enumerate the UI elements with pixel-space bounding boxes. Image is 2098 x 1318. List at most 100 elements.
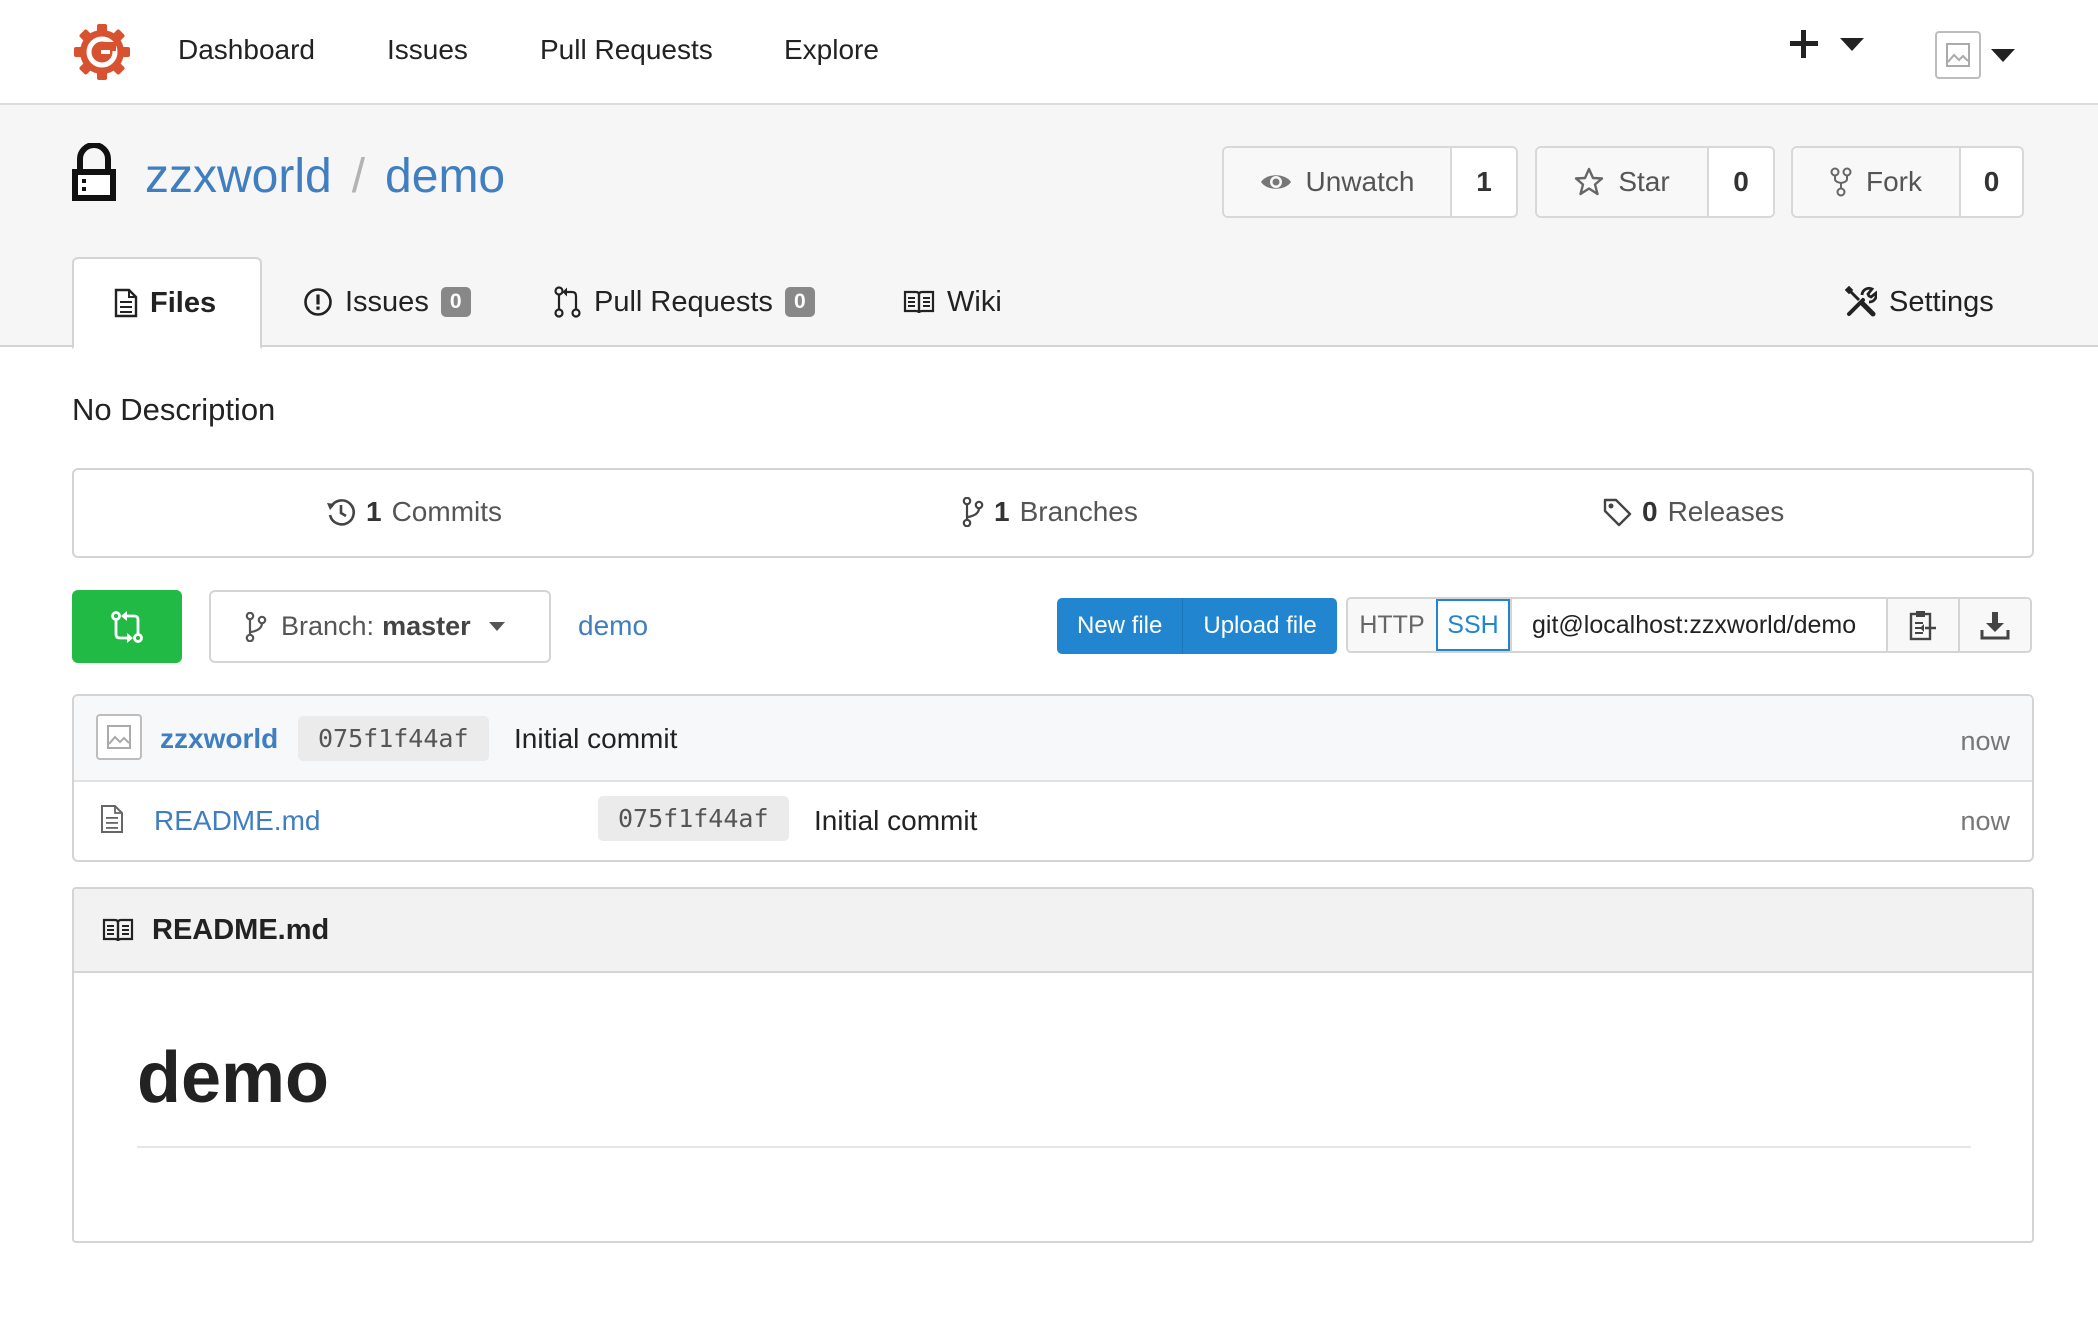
git-branch-icon — [962, 497, 984, 527]
tag-icon — [1603, 498, 1632, 527]
nav-dashboard-link[interactable]: Dashboard — [178, 34, 315, 66]
commits-label: Commits — [391, 496, 503, 527]
commits-stat-link[interactable]: 1 Commits — [326, 496, 502, 528]
readme-heading: demo — [137, 1038, 330, 1118]
download-icon — [1980, 612, 2010, 640]
tab-issues[interactable]: Issues 0 — [303, 257, 471, 347]
broken-image-icon — [107, 725, 131, 749]
stargazers-count-link[interactable]: 0 — [1709, 148, 1773, 216]
gitea-logo-icon[interactable] — [72, 22, 132, 82]
repo-title: zzxworld / demo — [145, 149, 505, 204]
file-text-icon — [101, 805, 123, 833]
releases-count: 0 — [1642, 496, 1658, 527]
tab-settings-label: Settings — [1889, 285, 1994, 318]
star-button-group: Star 0 — [1535, 146, 1775, 218]
releases-stat-link[interactable]: 0 Releases — [1602, 496, 1784, 528]
file-commit-message-link[interactable]: Initial commit — [814, 805, 977, 837]
tab-issues-label: Issues — [345, 285, 429, 318]
pull-requests-count-badge: 0 — [784, 287, 815, 317]
tab-pull-requests-label: Pull Requests — [594, 285, 773, 318]
tab-pull-requests[interactable]: Pull Requests 0 — [554, 257, 815, 347]
star-icon — [1575, 167, 1604, 196]
broken-image-icon — [1946, 43, 1970, 67]
commits-count: 1 — [366, 496, 382, 527]
tab-files-label: Files — [150, 286, 217, 319]
readme-divider — [137, 1146, 1971, 1148]
star-label: Star — [1618, 166, 1670, 197]
unwatch-label: Unwatch — [1305, 166, 1415, 197]
branch-selector-dropdown[interactable]: Branch: master — [209, 590, 551, 663]
chevron-down-icon — [488, 622, 505, 631]
repo-header: zzxworld / demo Unwatch 1 Star 0 Fork 0 … — [0, 105, 2098, 349]
http-protocol-button[interactable]: HTTP — [1348, 599, 1436, 651]
git-pull-request-icon — [554, 286, 581, 318]
commit-author-link[interactable]: zzxworld — [160, 723, 278, 755]
tools-icon — [1845, 286, 1877, 317]
copy-clone-url-button[interactable] — [1886, 599, 1958, 651]
avatar[interactable] — [96, 714, 142, 760]
upload-file-button[interactable]: Upload file — [1182, 598, 1336, 654]
tab-wiki-label: Wiki — [947, 285, 1002, 318]
clone-url-input[interactable]: git@localhost:zzxworld/demo — [1510, 599, 1886, 651]
watchers-count-link[interactable]: 1 — [1452, 148, 1516, 216]
top-navbar: Dashboard Issues Pull Requests Explore — [0, 0, 2098, 105]
issue-opened-icon — [304, 288, 332, 316]
book-icon — [102, 918, 134, 942]
file-actions-group: New file Upload file — [1057, 598, 1337, 654]
branch-name: master — [382, 611, 471, 641]
branch-prefix: Branch: — [281, 611, 375, 641]
new-file-button[interactable]: New file — [1057, 598, 1182, 654]
fork-icon — [1830, 167, 1852, 197]
history-icon — [327, 499, 355, 526]
fork-button-group: Fork 0 — [1791, 146, 2024, 218]
compare-pull-request-button[interactable] — [72, 590, 182, 663]
commit-message: Initial commit — [514, 723, 678, 754]
create-new-dropdown[interactable] — [1790, 30, 1864, 58]
branches-label: Branches — [1019, 496, 1138, 527]
commit-time: now — [1960, 726, 2010, 756]
readme-header: README.md — [74, 889, 2032, 973]
nav-pull-requests-link[interactable]: Pull Requests — [540, 34, 713, 66]
chevron-down-icon — [1991, 48, 2015, 62]
breadcrumb-repo-link[interactable]: demo — [578, 610, 648, 642]
tab-files[interactable]: Files — [72, 257, 262, 349]
file-name-link[interactable]: README.md — [154, 805, 320, 837]
releases-label: Releases — [1667, 496, 1785, 527]
book-icon — [903, 290, 935, 314]
nav-issues-link[interactable]: Issues — [387, 34, 468, 66]
issues-count-badge: 0 — [440, 287, 471, 317]
fork-label: Fork — [1866, 166, 1922, 197]
unwatch-button[interactable]: Unwatch — [1224, 148, 1452, 216]
repo-owner-link[interactable]: zzxworld — [145, 149, 332, 204]
branches-stat-link[interactable]: 1 Branches — [962, 496, 1138, 528]
clippy-icon — [1909, 611, 1936, 641]
repo-description: No Description — [72, 392, 276, 427]
ssh-protocol-button[interactable]: SSH — [1436, 599, 1510, 651]
file-text-icon — [114, 288, 138, 318]
avatar — [1935, 31, 1981, 79]
lock-icon — [72, 143, 116, 201]
git-compare-icon — [111, 610, 143, 643]
commit-sha-link[interactable]: 075f1f44af — [298, 716, 489, 761]
user-menu-dropdown[interactable] — [1935, 31, 2015, 79]
download-archive-button[interactable] — [1958, 599, 2030, 651]
chevron-down-icon — [1840, 37, 1864, 51]
tab-wiki[interactable]: Wiki — [903, 257, 1002, 347]
table-row: README.md 075f1f44af Initial commit now — [74, 782, 2032, 860]
fork-button[interactable]: Fork — [1793, 148, 1961, 216]
nav-explore-link[interactable]: Explore — [784, 34, 879, 66]
readme-filename: README.md — [152, 913, 330, 946]
tab-settings[interactable]: Settings — [1845, 257, 1994, 347]
clone-url-group: HTTP SSH git@localhost:zzxworld/demo — [1346, 597, 2032, 653]
branches-count: 1 — [994, 496, 1010, 527]
repo-stats-bar: 1 Commits 1 Branches 0 Releases — [72, 468, 2034, 558]
forks-count-link[interactable]: 0 — [1961, 148, 2022, 216]
eye-icon — [1260, 175, 1291, 189]
repo-name-link[interactable]: demo — [385, 149, 505, 204]
readme-panel: README.md demo — [72, 887, 2034, 1243]
file-commit-time: now — [1960, 806, 2010, 836]
file-commit-sha-link[interactable]: 075f1f44af — [598, 796, 789, 841]
star-button[interactable]: Star — [1537, 148, 1709, 216]
file-list-table: zzxworld 075f1f44af Initial commit now R… — [72, 694, 2034, 862]
git-branch-icon — [245, 611, 267, 642]
